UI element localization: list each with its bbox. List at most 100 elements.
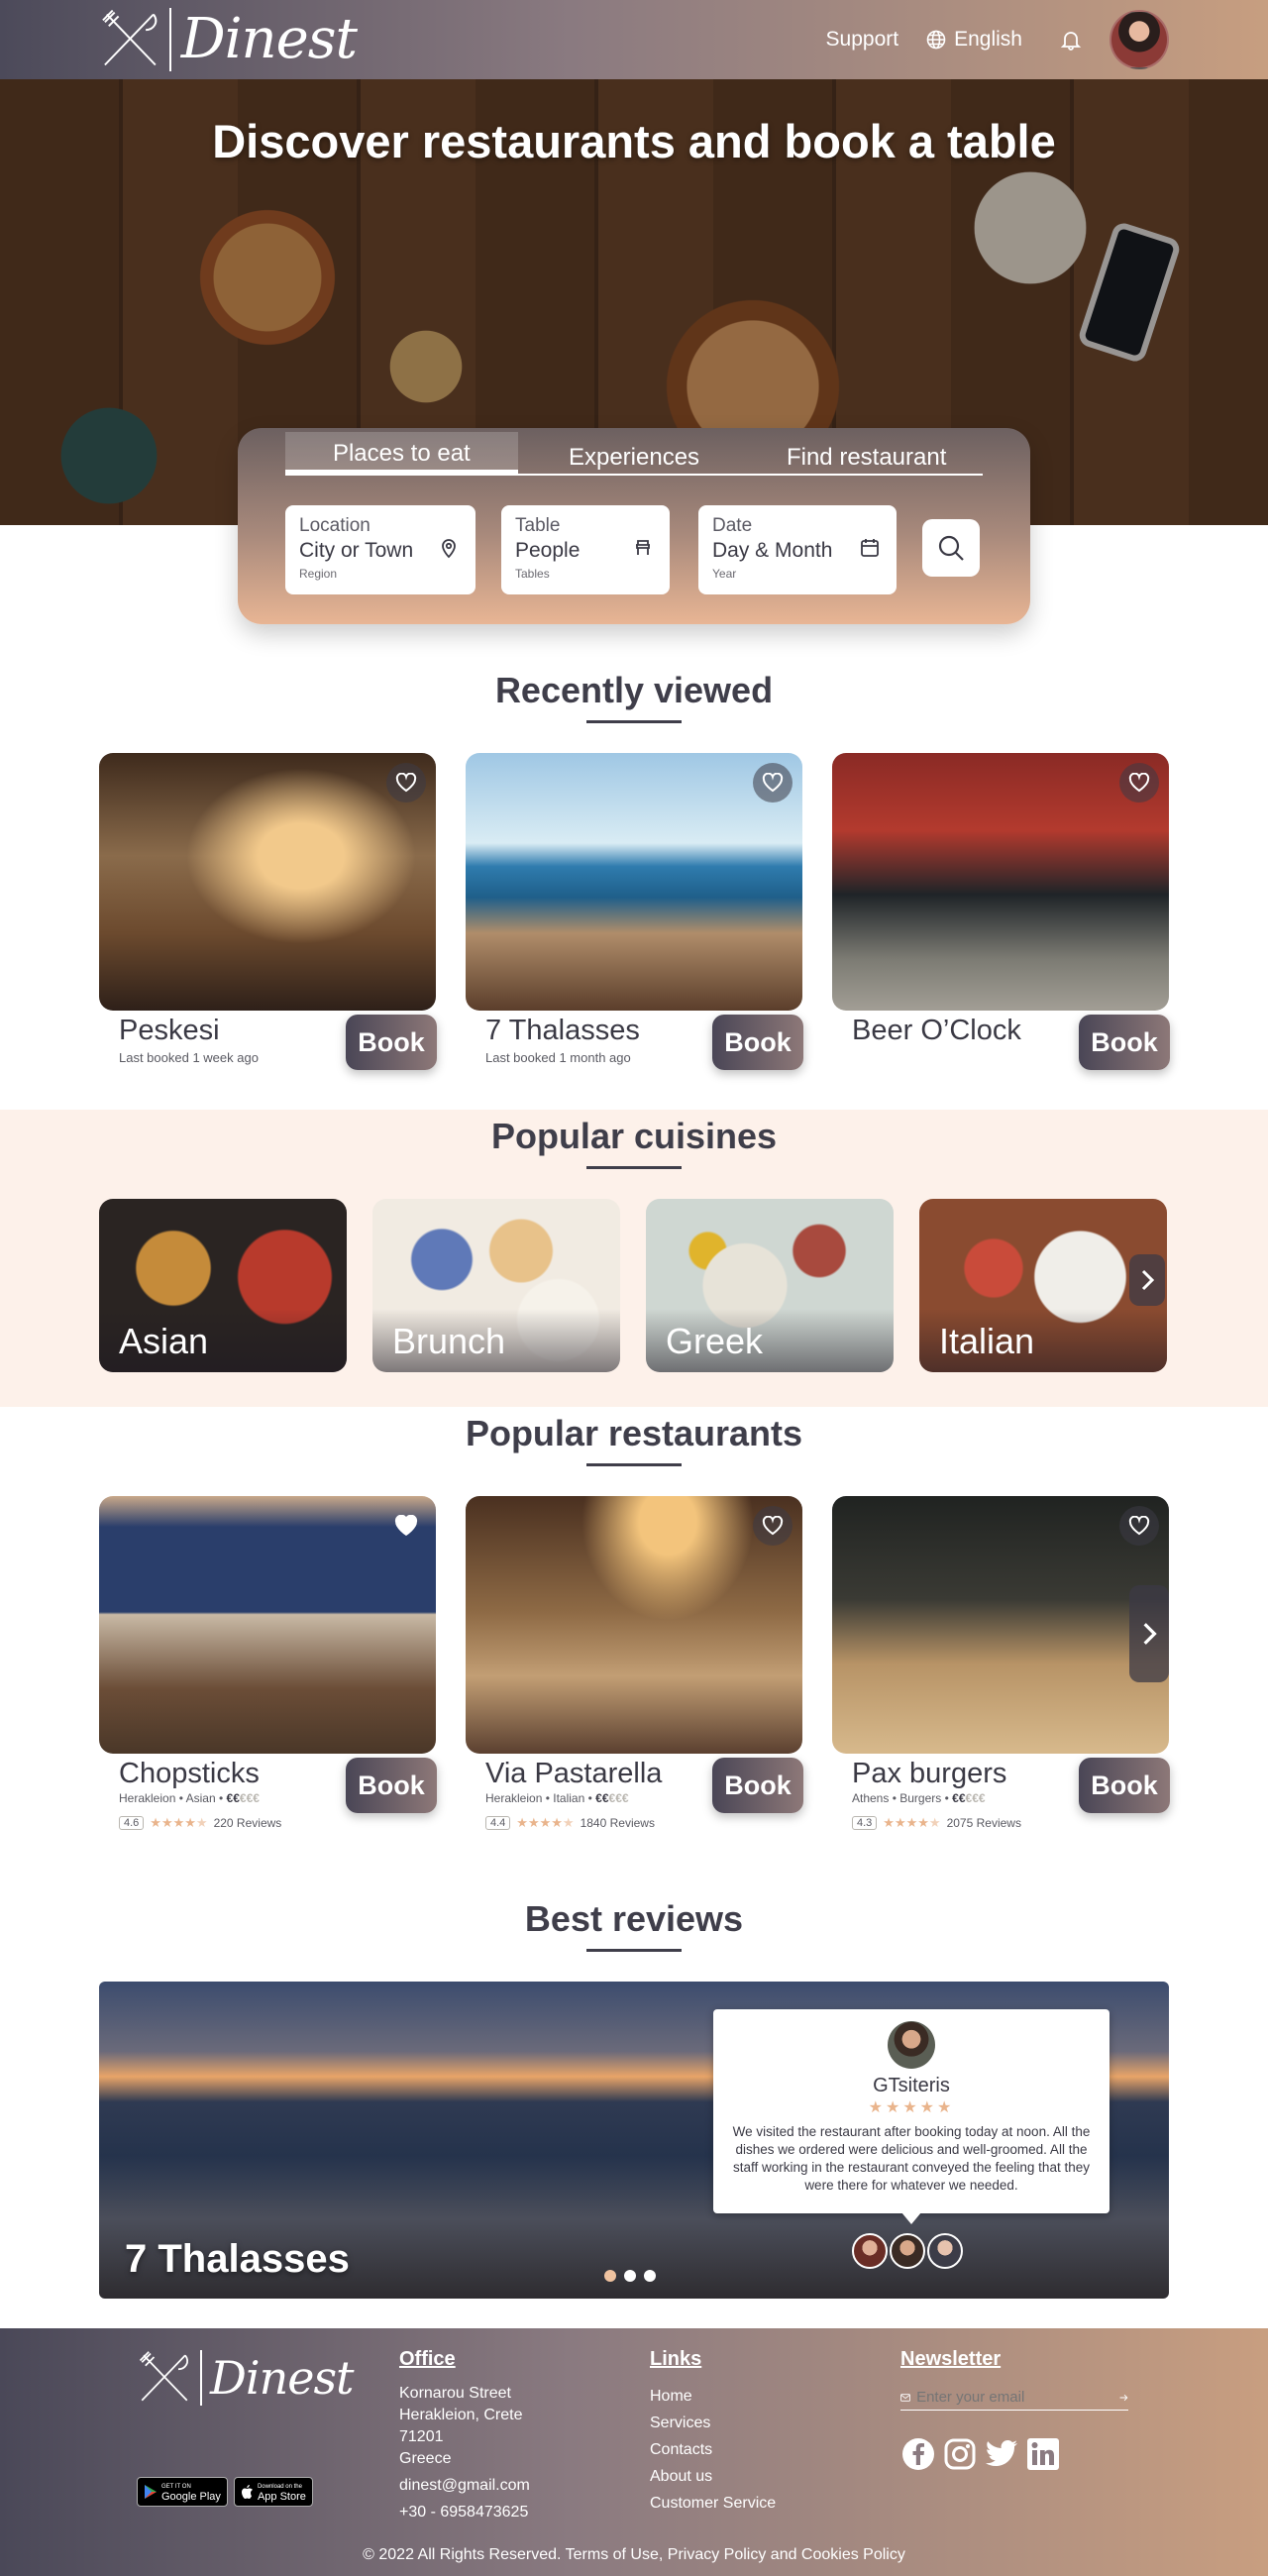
- support-link[interactable]: Support: [826, 28, 899, 52]
- twitter-link[interactable]: [984, 2436, 1019, 2472]
- heart-icon: [762, 773, 784, 793]
- favorite-button[interactable]: [753, 763, 792, 803]
- favorite-button[interactable]: [753, 1506, 792, 1546]
- cuisine-card-asian[interactable]: Asian: [99, 1199, 347, 1372]
- favorite-button[interactable]: [386, 1506, 426, 1546]
- book-button[interactable]: Book: [1079, 1758, 1170, 1813]
- favorite-button[interactable]: [1119, 1506, 1159, 1546]
- rating-score: 4.3: [852, 1816, 878, 1830]
- price-symbol-empty: €: [239, 1791, 247, 1805]
- popular-restaurants-title: Popular restaurants: [465, 1413, 803, 1453]
- newsletter-email-input[interactable]: [916, 2389, 1114, 2406]
- review-slider-dots: [604, 2270, 656, 2282]
- bell-icon: [1060, 32, 1082, 51]
- cuisine-label: Asian: [99, 1309, 347, 1372]
- restaurant-cuisine: Asian: [185, 1791, 216, 1805]
- rating-row: 4.6 ★★★★★ 220 Reviews: [119, 1815, 281, 1831]
- facebook-link[interactable]: [900, 2436, 936, 2472]
- app-store-badge[interactable]: Download on the App Store: [233, 2477, 313, 2507]
- reviewer-thumbnails: [852, 2233, 963, 2269]
- chevron-right-icon: [1141, 1269, 1155, 1291]
- language-selector[interactable]: English: [926, 28, 1022, 52]
- restaurant-name[interactable]: Pax burgers: [852, 1758, 1006, 1790]
- book-button[interactable]: Book: [712, 1015, 803, 1070]
- favorite-button[interactable]: [1119, 763, 1159, 803]
- office-phone[interactable]: +30 - 6958473625: [399, 2499, 530, 2525]
- location-field[interactable]: Location City or Town Region: [285, 505, 476, 594]
- restaurant-name[interactable]: Chopsticks: [119, 1758, 260, 1790]
- recently-viewed-title: Recently viewed: [494, 670, 774, 710]
- fork-knife-icon: [139, 2351, 188, 2402]
- slider-dot[interactable]: [624, 2270, 636, 2282]
- cuisine-card-brunch[interactable]: Brunch: [372, 1199, 620, 1372]
- last-booked: Last booked 1 week ago: [119, 1050, 259, 1065]
- restaurant-name[interactable]: 7 Thalasses: [485, 1015, 640, 1047]
- book-button[interactable]: Book: [1079, 1015, 1170, 1070]
- reviewer-thumb-1[interactable]: [852, 2233, 888, 2269]
- star-icon: ★: [919, 2099, 938, 2116]
- footer-link-home[interactable]: Home: [650, 2383, 776, 2410]
- reviewer-thumb-2[interactable]: [890, 2233, 925, 2269]
- arrow-right-icon[interactable]: [1119, 2392, 1128, 2404]
- user-avatar[interactable]: [1110, 10, 1169, 69]
- restaurants-next-button[interactable]: [1129, 1585, 1169, 1682]
- office-email[interactable]: dinest@gmail.com: [399, 2472, 530, 2499]
- restaurant-photo: [466, 753, 802, 1011]
- calendar-icon: [861, 539, 879, 557]
- footer-link-services[interactable]: Services: [650, 2410, 776, 2436]
- footer-link-about-us[interactable]: About us: [650, 2463, 776, 2490]
- price-level: €€€€€: [227, 1791, 260, 1805]
- book-button[interactable]: Book: [346, 1015, 437, 1070]
- popular-card-1[interactable]: Chopsticks Herakleion • Asian • €€€€€ 4.…: [99, 1496, 437, 1843]
- map-pin-icon: [442, 539, 456, 559]
- linkedin-link[interactable]: [1025, 2436, 1061, 2472]
- date-sub: Year: [712, 567, 737, 581]
- tab-find-restaurant[interactable]: Find restaurant: [750, 432, 983, 474]
- book-button[interactable]: Book: [712, 1758, 803, 1813]
- review-restaurant-name[interactable]: 7 Thalasses: [125, 2237, 350, 2282]
- table-label: Table: [515, 515, 561, 536]
- rating-score: 4.6: [119, 1816, 145, 1830]
- price-symbol-filled: €: [601, 1791, 609, 1805]
- restaurant-name[interactable]: Via Pastarella: [485, 1758, 662, 1790]
- star-icon: ★: [160, 1815, 173, 1830]
- footer-link-contacts[interactable]: Contacts: [650, 2436, 776, 2463]
- tab-experiences[interactable]: Experiences: [518, 432, 751, 474]
- price-level: €€€€€: [595, 1791, 628, 1805]
- google-play-badge[interactable]: GET IT ON Google Play: [137, 2477, 228, 2507]
- recently-viewed-underline: [586, 720, 682, 723]
- notifications-button[interactable]: [1060, 29, 1082, 51]
- slider-dot[interactable]: [644, 2270, 656, 2282]
- restaurant-name[interactable]: Peskesi: [119, 1015, 220, 1047]
- restaurant-location: Herakleion: [119, 1791, 176, 1805]
- location-label: Location: [299, 515, 370, 536]
- reviewer-thumb-3[interactable]: [927, 2233, 963, 2269]
- newsletter-heading: Newsletter: [900, 2348, 1002, 2370]
- language-label: English: [954, 28, 1022, 51]
- recent-card-2[interactable]: 7 Thalasses Last booked 1 month ago Book: [466, 753, 803, 1070]
- favorite-button[interactable]: [386, 763, 426, 803]
- recent-card-1[interactable]: Peskesi Last booked 1 week ago Book: [99, 753, 437, 1070]
- cuisine-card-greek[interactable]: Greek: [646, 1199, 894, 1372]
- popular-card-3[interactable]: Pax burgers Athens • Burgers • €€€€€ 4.3…: [832, 1496, 1170, 1843]
- instagram-link[interactable]: [942, 2436, 978, 2472]
- footer-brand: Dinest: [210, 2351, 355, 2405]
- cuisines-next-button[interactable]: [1129, 1254, 1165, 1306]
- table-field[interactable]: Table People Tables: [501, 505, 670, 594]
- star-icon: ★: [562, 1815, 575, 1830]
- search-button[interactable]: [922, 519, 980, 577]
- slider-dot[interactable]: [604, 2270, 616, 2282]
- newsletter-form: [900, 2389, 1128, 2411]
- office-heading: Office: [399, 2348, 456, 2370]
- review-stars: ★★★★★: [713, 2097, 1110, 2117]
- recent-card-3[interactable]: Beer O’Clock Book: [832, 753, 1170, 1070]
- book-button[interactable]: Book: [346, 1758, 437, 1813]
- footer-link-customer-service[interactable]: Customer Service: [650, 2490, 776, 2517]
- date-field[interactable]: Date Day & Month Year: [698, 505, 897, 594]
- restaurant-name[interactable]: Beer O’Clock: [852, 1015, 1021, 1047]
- popular-card-2[interactable]: Via Pastarella Herakleion • Italian • €€…: [466, 1496, 803, 1843]
- star-icon: ★: [883, 1815, 895, 1830]
- brand-logo[interactable]: Dinest: [99, 6, 358, 73]
- footer-logo[interactable]: Dinest: [137, 2350, 355, 2406]
- tab-places-to-eat[interactable]: Places to eat: [285, 432, 518, 474]
